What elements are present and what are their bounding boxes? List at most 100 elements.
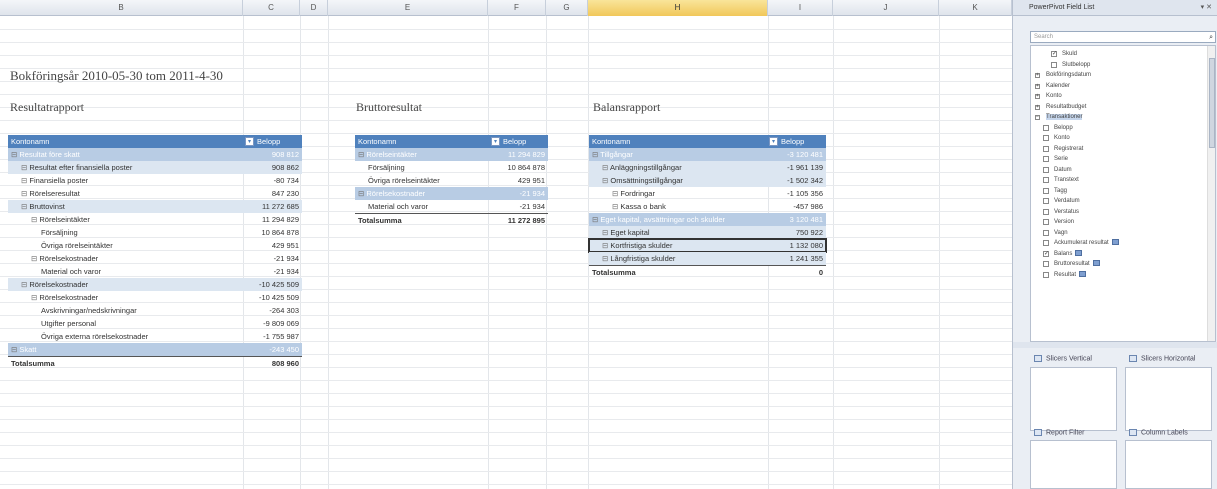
pivot-row[interactable]: Övriga externa rörelsekostnader -1 755 98… <box>8 330 302 343</box>
field-checkbox[interactable] <box>1043 229 1049 236</box>
column-header-b[interactable]: B <box>0 0 243 16</box>
field-item[interactable]: Transtext <box>1043 176 1079 185</box>
field-item[interactable]: Verdatum <box>1043 197 1080 206</box>
pivot-row[interactable]: Material och varor -21 934 <box>355 200 548 213</box>
field-item[interactable]: + Resultatbudget <box>1035 103 1086 112</box>
pivot-row[interactable]: Avskrivningar/nedskrivningar -264 303 <box>8 304 302 317</box>
field-checkbox[interactable] <box>1043 124 1049 131</box>
field-checkbox[interactable] <box>1043 240 1049 246</box>
column-header-k[interactable]: K <box>939 0 1012 16</box>
field-item[interactable]: Serie <box>1043 155 1068 164</box>
pivot-row[interactable]: Utgifter personal -9 809 069 <box>8 317 302 330</box>
field-checkbox[interactable] <box>1043 156 1049 162</box>
field-item[interactable]: Datum <box>1043 166 1072 175</box>
column-header-h[interactable]: H <box>588 0 768 16</box>
collapse-icon[interactable]: ⊟ <box>602 163 610 172</box>
field-checkbox[interactable] <box>1043 135 1049 141</box>
field-item[interactable]: Verstatus <box>1043 208 1079 217</box>
pivot-row[interactable]: ⊟ Omsättningstillgångar -1 502 342 <box>589 174 826 187</box>
field-item[interactable]: Version <box>1043 218 1074 227</box>
pivot-row[interactable]: Övriga rörelseintäkter 429 951 <box>355 174 548 187</box>
field-checkbox[interactable]: ✓ <box>1051 51 1057 57</box>
field-checkbox[interactable] <box>1043 219 1049 225</box>
column-labels-area[interactable]: Column Labels <box>1125 429 1212 489</box>
field-list-scrollbar[interactable] <box>1207 46 1215 341</box>
column-header-c[interactable]: C <box>243 0 300 16</box>
pivot-bruttoresultat[interactable]: Kontonamn ▾ Belopp ⊟ Rörelseintäkter 11 294 … <box>355 135 548 226</box>
expand-icon[interactable]: + <box>1035 83 1040 89</box>
pivot-row[interactable]: Försäljning 10 864 878 <box>8 226 302 239</box>
column-header-g[interactable]: G <box>546 0 588 16</box>
field-item[interactable]: + Kalender <box>1035 82 1070 91</box>
pivot-row[interactable]: ⊟ Finansiella poster -80 734 <box>8 174 302 187</box>
column-header-i[interactable]: I <box>768 0 833 16</box>
field-item[interactable]: − Transaktioner <box>1035 113 1083 122</box>
field-item[interactable]: ✓ Skuld <box>1051 50 1077 59</box>
report-filter-area[interactable]: Report Filter <box>1030 429 1117 489</box>
vertical-slicers-area[interactable]: Slicers Vertical <box>1030 355 1117 431</box>
field-item[interactable]: Resultat <box>1043 270 1087 280</box>
pivot-row[interactable]: ⊟ Rörelseintäkter 11 294 829 <box>8 213 302 226</box>
pivot-row[interactable]: ⊟ Långfristiga skulder 1 241 355 <box>589 252 826 265</box>
field-checkbox[interactable] <box>1043 261 1049 267</box>
pivot-row[interactable]: ⊟ Skatt -243 450 <box>8 343 302 356</box>
pivot-row[interactable]: ⊟ Eget kapital, avsättningar och skulder… <box>589 213 826 226</box>
field-checkbox[interactable] <box>1043 187 1049 194</box>
pivot-row[interactable]: ⊟ Rörelsekostnader -21 934 <box>8 252 302 265</box>
field-checkbox[interactable] <box>1043 166 1049 173</box>
field-item[interactable]: Tagg <box>1043 187 1067 196</box>
pivot-row[interactable]: ⊟ Bruttovinst 11 272 685 <box>8 200 302 213</box>
field-item[interactable]: Slutbelopp <box>1051 61 1090 70</box>
column-header-f[interactable]: F <box>488 0 546 16</box>
field-checkbox[interactable] <box>1043 271 1049 278</box>
field-search-input[interactable]: Search ⌕ <box>1030 31 1216 43</box>
field-item[interactable]: Bruttoresultat <box>1043 260 1100 269</box>
field-item[interactable]: + Bokföringsdatum <box>1035 71 1091 80</box>
filter-dropdown-icon[interactable]: ▾ <box>491 137 500 146</box>
pivot-row[interactable]: ⊟ Resultat före skatt 908 812 <box>8 148 302 161</box>
horizontal-slicers-area[interactable]: Slicers Horizontal <box>1125 355 1212 431</box>
pivot-row[interactable]: ⊟ Eget kapital 750 922 <box>589 226 826 239</box>
pane-dropdown-icon[interactable]: ▾ ✕ <box>1201 0 1212 16</box>
pivot-row[interactable]: ⊟ Rörelsekostnader -21 934 <box>355 187 548 200</box>
spreadsheet[interactable]: BCDEFGHIJK Bokföringsår 2010-05-30 tom 2… <box>0 0 1012 489</box>
pivot-row[interactable]: ⊟ Tillgångar -3 120 481 <box>589 148 826 161</box>
field-item[interactable]: Vagn <box>1043 229 1068 238</box>
collapse-icon[interactable]: − <box>1035 115 1040 120</box>
scrollbar-thumb[interactable] <box>1209 58 1215 148</box>
pivot-row[interactable]: Övriga rörelseintäkter 429 951 <box>8 239 302 252</box>
collapse-icon[interactable]: ⊟ <box>592 150 600 159</box>
pivot-row[interactable]: ⊟ Resultat efter finansiella poster 908 8… <box>8 161 302 174</box>
expand-icon[interactable]: + <box>1035 73 1040 78</box>
field-item[interactable]: + Konto <box>1035 92 1062 101</box>
pivot-row[interactable]: Material och varor -21 934 <box>8 265 302 278</box>
pivot-resultatrapport[interactable]: Kontonamn ▾ Belopp ⊟ Resultat före skatt 908… <box>8 135 302 369</box>
pivot-row[interactable]: ⊟ Rörelsekostnader -10 425 509 <box>8 291 302 304</box>
expand-icon[interactable]: + <box>1035 104 1040 110</box>
field-item[interactable]: Konto <box>1043 134 1070 143</box>
filter-dropdown-icon[interactable]: ▾ <box>245 137 254 146</box>
field-item[interactable]: Ackumulerat resultat <box>1043 239 1119 248</box>
pivot-row[interactable]: ⊟ Anläggningstillgångar -1 961 139 <box>589 161 826 174</box>
field-item[interactable]: Registrerat <box>1043 145 1083 154</box>
field-checkbox[interactable] <box>1051 61 1057 68</box>
pivot-row[interactable]: ⊟ Fordringar -1 105 356 <box>589 187 826 200</box>
field-checkbox[interactable] <box>1043 177 1049 183</box>
column-header-e[interactable]: E <box>328 0 488 16</box>
field-item[interactable]: ✓ Balans <box>1043 249 1083 259</box>
search-icon[interactable]: ⌕ <box>1209 32 1213 43</box>
expand-icon[interactable]: + <box>1035 94 1040 99</box>
pivot-row[interactable]: ⊟ Kortfristiga skulder 1 132 080 <box>588 238 827 253</box>
column-header-d[interactable]: D <box>300 0 328 16</box>
field-item[interactable]: Belopp <box>1043 124 1073 133</box>
column-header-j[interactable]: J <box>833 0 939 16</box>
field-checkbox[interactable] <box>1043 208 1049 215</box>
pivot-row[interactable]: ⊟ Kassa o bank -457 986 <box>589 200 826 213</box>
pane-splitter[interactable] <box>1013 342 1217 348</box>
pivot-balansrapport[interactable]: Kontonamn ▾ Belopp ⊟ Tillgångar -3 120 481 ⊟ … <box>588 135 827 278</box>
filter-dropdown-icon[interactable]: ▾ <box>769 137 778 146</box>
field-list[interactable]: ✓ Skuld Slutbelopp + Bokföringsdatum + Kalende… <box>1030 45 1216 342</box>
pivot-row[interactable]: Försäljning 10 864 878 <box>355 161 548 174</box>
field-checkbox[interactable] <box>1043 145 1049 152</box>
field-checkbox[interactable]: ✓ <box>1043 250 1049 257</box>
